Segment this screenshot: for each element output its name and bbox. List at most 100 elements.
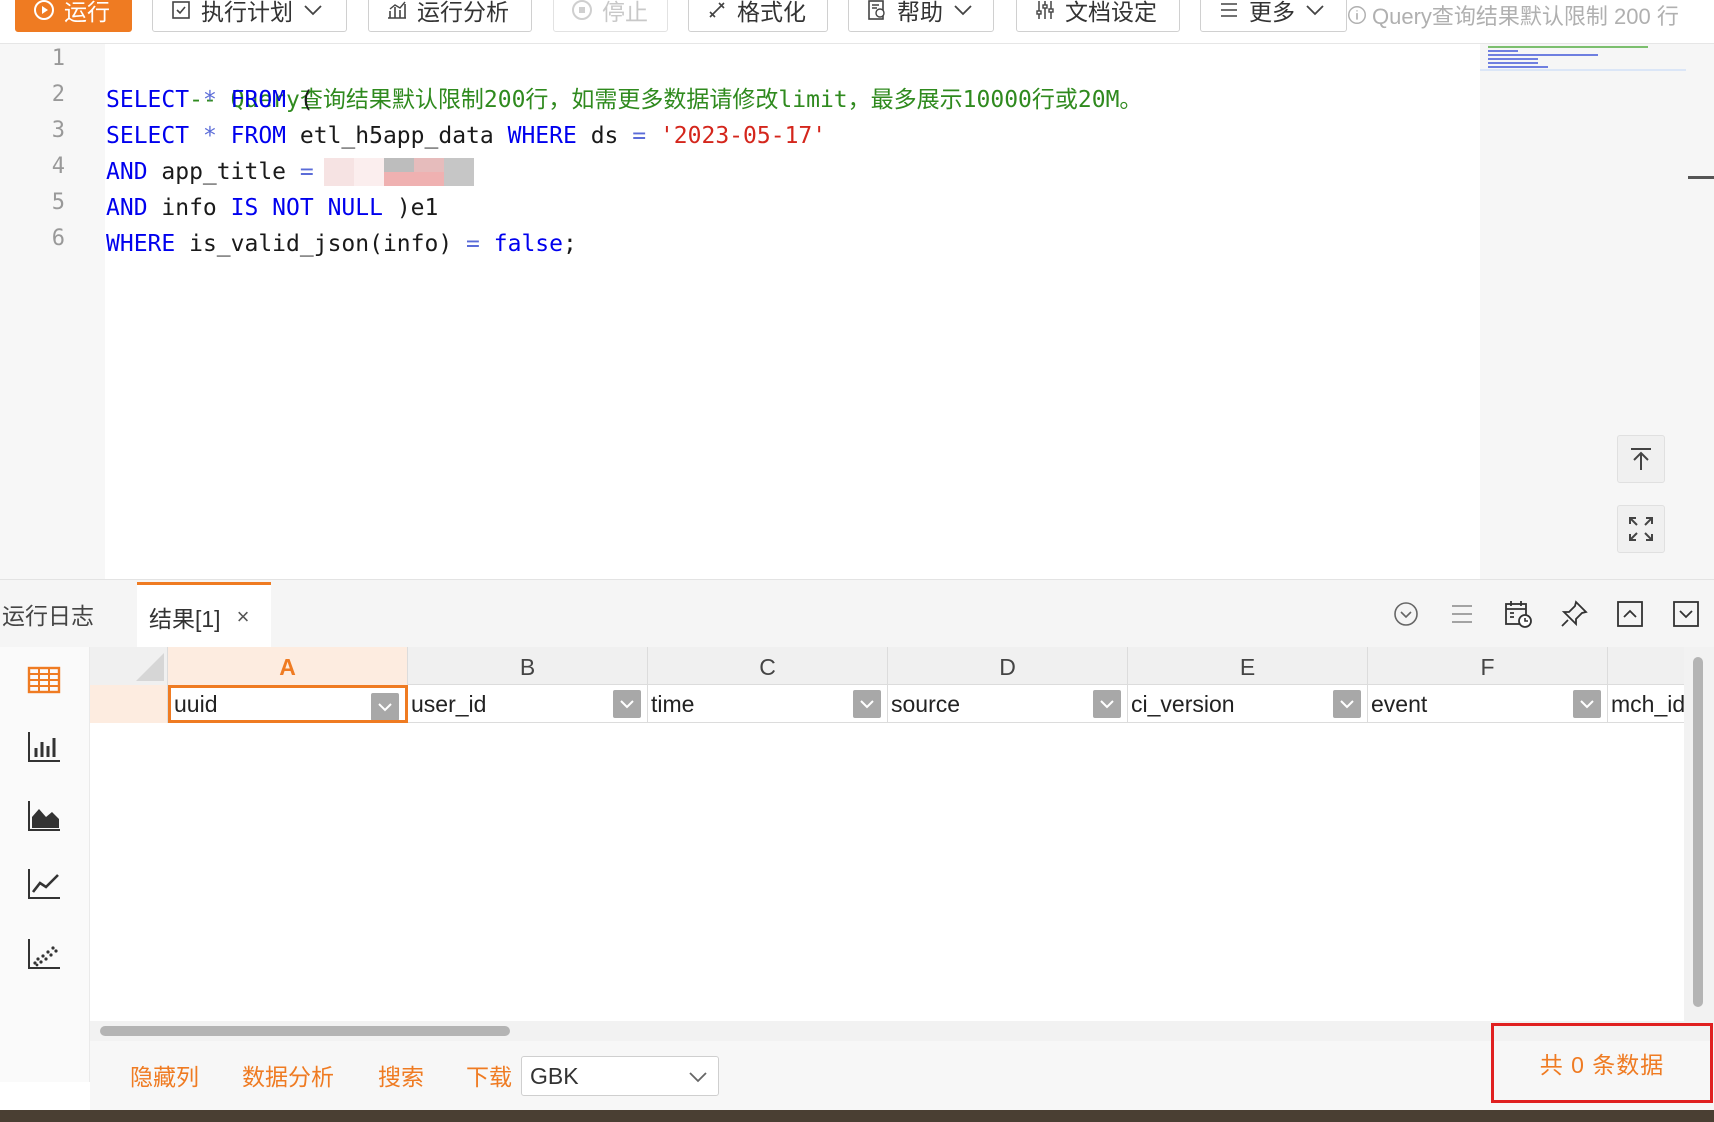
column-name: time [651, 691, 695, 717]
encoding-select[interactable]: GBK [521, 1056, 719, 1096]
minimap-line [1488, 58, 1538, 60]
editor-scrollbar[interactable] [1686, 44, 1714, 579]
scroll-to-top-button[interactable] [1617, 435, 1665, 483]
bar-chart-view-button[interactable] [22, 725, 66, 769]
column-header-uuid[interactable]: uuid [168, 685, 408, 723]
grid-vertical-scrollbar[interactable] [1684, 647, 1714, 1021]
info-icon [1348, 6, 1366, 24]
column-header-ci-version[interactable]: ci_version [1128, 685, 1368, 723]
select-all-corner[interactable] [90, 647, 168, 685]
minimap-line [1488, 46, 1648, 48]
scatter-chart-view-button[interactable] [22, 932, 66, 976]
stop-button[interactable]: 停止 [553, 0, 668, 32]
list-icon [1452, 605, 1472, 623]
area-chart-icon [28, 801, 60, 831]
format-button[interactable]: 格式化 [688, 0, 828, 32]
grid-vertical-scroll-thumb[interactable] [1693, 657, 1703, 1007]
sql-operator: = [466, 231, 480, 257]
chevron-down-icon [954, 5, 972, 16]
sql-keyword: FROM [230, 123, 287, 149]
doc-settings-label: 文档设定 [1065, 0, 1157, 25]
chevron-down-icon [1340, 700, 1354, 709]
collapse-circle-button[interactable] [1378, 586, 1434, 642]
column-letter[interactable]: F [1368, 647, 1608, 685]
column-filter-dropdown[interactable] [1333, 690, 1361, 718]
hide-columns-link[interactable]: 隐藏列 [130, 1041, 199, 1110]
sql-editor[interactable]: 1 2 3 4 5 6 -- Query查询结果默认限制200行，如需更多数据请… [0, 44, 1714, 579]
line-chart-view-button[interactable] [22, 862, 66, 906]
column-name: user_id [411, 691, 487, 717]
code-minimap[interactable] [1480, 44, 1686, 579]
grid-horizontal-scroll-thumb[interactable] [100, 1026, 510, 1036]
column-filter-dropdown[interactable] [613, 690, 641, 718]
doc-settings-button[interactable]: 文档设定 [1016, 0, 1180, 32]
panel-actions [1378, 580, 1714, 648]
column-letter[interactable]: E [1128, 647, 1368, 685]
list-view-button[interactable] [1434, 586, 1490, 642]
corner-triangle-icon [136, 653, 164, 681]
code-area[interactable]: -- Query查询结果默认限制200行，如需更多数据请修改limit，最多展示… [106, 44, 1480, 579]
column-letter[interactable]: B [408, 647, 648, 685]
column-filter-dropdown[interactable] [1573, 690, 1601, 718]
search-link[interactable]: 搜索 [378, 1041, 424, 1110]
column-letter[interactable]: A [168, 647, 408, 685]
line-number: 1 [51, 46, 65, 71]
area-chart-view-button[interactable] [22, 794, 66, 838]
column-header-user-id[interactable]: user_id [408, 685, 648, 723]
editor-scroll-thumb[interactable] [1688, 176, 1714, 179]
chevron-down-box-icon [1673, 601, 1699, 627]
column-letter[interactable]: D [888, 647, 1128, 685]
run-analysis-button[interactable]: 运行分析 [368, 0, 532, 32]
sql-keyword: SELECT [106, 123, 190, 149]
result-footer: 隐藏列 数据分析 搜索 下载 GBK 共 0 条数据 [90, 1023, 1714, 1110]
sql-operator: = [299, 159, 314, 185]
sql-identifier: ds [576, 123, 633, 149]
chevron-up-box-icon [1617, 601, 1643, 627]
sliders-icon [1036, 1, 1054, 19]
column-header-event[interactable]: event [1368, 685, 1608, 723]
column-filter-dropdown[interactable] [371, 693, 399, 720]
scatter-chart-icon [28, 939, 60, 969]
chevron-down-icon [1306, 5, 1324, 16]
column-filter-dropdown[interactable] [1093, 690, 1121, 718]
column-letter[interactable] [1608, 647, 1684, 685]
pin-icon [1561, 600, 1588, 627]
menu-icon [1221, 3, 1237, 17]
column-name: mch_id [1611, 691, 1684, 717]
column-name: source [891, 691, 961, 717]
result-grid[interactable]: A B C D E F uuid user_id time source ci_… [90, 647, 1684, 1021]
help-button[interactable]: 帮助 [848, 0, 994, 32]
calendar-clock-icon [1505, 601, 1532, 628]
run-button[interactable]: 运行 [15, 0, 132, 32]
expand-icon [1629, 517, 1653, 541]
help-label: 帮助 [897, 0, 943, 25]
grid-horizontal-scrollbar[interactable] [90, 1021, 1714, 1041]
line-gutter: 1 2 3 4 5 6 [0, 44, 105, 579]
tab-result-1[interactable]: 结果[1] × [137, 582, 271, 648]
download-link[interactable]: 下载 [466, 1041, 512, 1110]
execution-plan-button[interactable]: 执行计划 [152, 0, 347, 32]
more-button[interactable]: 更多 [1200, 0, 1347, 32]
pin-button[interactable] [1546, 586, 1602, 642]
column-header-mch-id[interactable]: mch_id [1608, 685, 1684, 723]
data-analysis-link[interactable]: 数据分析 [242, 1041, 334, 1110]
column-header-time[interactable]: time [648, 685, 888, 723]
redacted-value [323, 157, 494, 188]
fullscreen-button[interactable] [1617, 505, 1665, 553]
sql-operator: = [632, 123, 647, 149]
tab-run-log[interactable]: 运行日志 [0, 580, 94, 648]
sql-text: ( [286, 87, 314, 113]
row-header[interactable] [90, 685, 168, 723]
table-view-button[interactable] [22, 658, 66, 702]
schedule-button[interactable] [1490, 586, 1546, 642]
column-header-source[interactable]: source [888, 685, 1128, 723]
sql-keyword: AND [106, 159, 148, 185]
column-filter-dropdown[interactable] [853, 690, 881, 718]
close-icon[interactable]: × [237, 604, 250, 630]
maximize-panel-button[interactable] [1602, 586, 1658, 642]
sql-identifier: app_title [147, 159, 300, 185]
chevron-down-icon [378, 703, 392, 712]
minimize-panel-button[interactable] [1658, 586, 1714, 642]
execution-plan-label: 执行计划 [201, 0, 293, 25]
column-letter[interactable]: C [648, 647, 888, 685]
